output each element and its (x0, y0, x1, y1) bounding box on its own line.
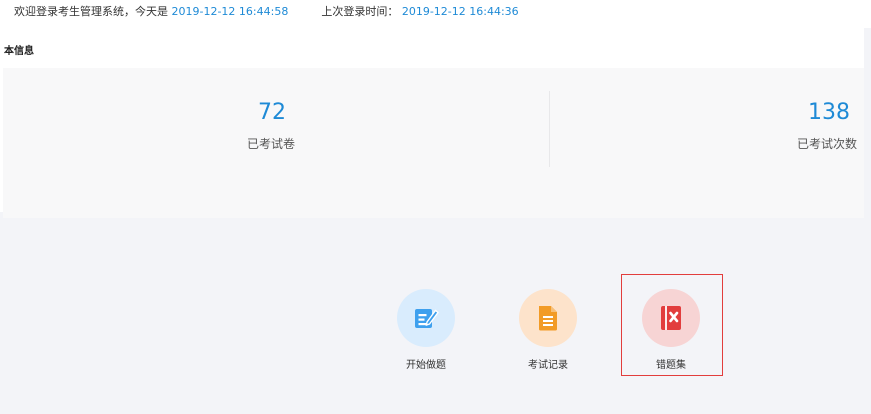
start-practice-icon-circle (397, 289, 455, 347)
document-icon (539, 306, 557, 331)
edit-icon (415, 309, 439, 328)
stats-area: 72 已考试卷 138 已考试次数 (3, 68, 864, 218)
exam-records-icon-circle (519, 289, 577, 347)
exam-count-label: 已考试次数 (797, 137, 858, 151)
basic-info-panel: 本信息 72 已考试卷 138 已考试次数 (0, 28, 864, 218)
current-datetime: 2019-12-12 16:44:58 (171, 5, 289, 18)
exam-records-button[interactable]: 考试记录 (498, 289, 598, 371)
start-practice-button[interactable]: 开始做题 (376, 289, 476, 371)
welcome-text: 欢迎登录考生管理系统，今天是 (14, 5, 168, 18)
last-login-datetime: 2019-12-12 16:44:36 (401, 5, 519, 18)
papers-taken-count: 72 (258, 100, 286, 125)
exam-count: 138 (808, 100, 850, 125)
stats-divider (549, 91, 550, 167)
last-login-label: 上次登录时间： (321, 5, 399, 18)
exam-records-label: 考试记录 (528, 360, 568, 371)
panel-title: 本信息 (4, 46, 34, 57)
start-practice-label: 开始做题 (406, 360, 446, 371)
selected-action-highlight (621, 274, 723, 376)
welcome-bar: 欢迎登录考生管理系统，今天是 2019-12-12 16:44:58 上次登录时… (0, 0, 871, 28)
papers-taken-label: 已考试卷 (247, 137, 296, 151)
